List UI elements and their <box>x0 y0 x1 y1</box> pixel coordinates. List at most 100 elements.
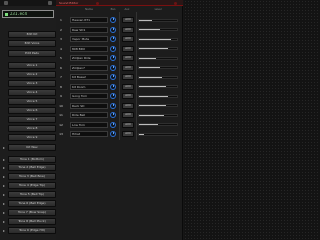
level-slider[interactable] <box>138 123 178 126</box>
track-name-field[interactable]: Low Tom <box>70 121 108 128</box>
level-fill <box>139 95 168 97</box>
track-name-field[interactable]: Kit Room <box>70 83 108 90</box>
voice-6-button[interactable]: Voice 6 <box>8 107 56 114</box>
track-row[interactable]: 2 Raw SD1 AUX <box>58 26 181 34</box>
level-slider[interactable] <box>138 56 178 60</box>
pan-knob[interactable] <box>110 17 116 23</box>
track-row[interactable]: 4 808 BDX AUX <box>58 45 181 53</box>
sound-editor-panel: Sound Editor Name Pan Aux Level 1 Heaven … <box>56 0 183 240</box>
track-row[interactable]: 7 Kit Bass2 AUX <box>58 73 181 81</box>
track-row[interactable]: 3 Vapor Mute AUX <box>58 35 181 43</box>
track-row[interactable]: 9 Gong Tom AUX <box>58 92 181 100</box>
aux-button[interactable]: AUX <box>122 74 134 80</box>
level-slider[interactable] <box>138 104 178 107</box>
pan-knob[interactable] <box>110 45 116 52</box>
track-row[interactable]: 11 Ride Bell AUX <box>58 111 181 119</box>
pan-knob[interactable] <box>110 102 116 109</box>
level-slider[interactable] <box>138 113 178 117</box>
voice-7-button[interactable]: Voice 7 <box>8 116 56 123</box>
pan-knob[interactable] <box>110 112 116 118</box>
level-slider[interactable] <box>138 28 178 31</box>
settings-icon[interactable] <box>48 1 52 5</box>
track-name-field[interactable]: Rack SD <box>70 102 108 109</box>
aux-button[interactable]: AUX <box>122 55 134 61</box>
tone-9-button[interactable]: Tone 9 (Edge Hit) <box>8 227 56 234</box>
level-slider[interactable] <box>138 66 178 69</box>
edit-voice-button[interactable]: Edit Voice <box>8 40 56 47</box>
track-name-field[interactable]: Zildjian Ride <box>70 55 108 61</box>
aux-button[interactable]: AUX <box>122 26 134 33</box>
tone-4-button[interactable]: Tone 4 (Edge Tip) <box>8 182 56 189</box>
track-row[interactable]: 6 Zildjian7 AUX <box>58 64 181 72</box>
tone-5-button[interactable]: Tone 5 (Bell Tip) <box>8 191 56 198</box>
menu-icon[interactable] <box>4 1 8 5</box>
track-name-field[interactable]: Gong Tom <box>70 93 108 99</box>
tone-1-button[interactable]: Tone 1 (Bottom) <box>8 156 56 163</box>
level-slider[interactable] <box>138 75 178 79</box>
pan-knob[interactable] <box>110 83 116 90</box>
level-fill <box>139 133 144 135</box>
kit-wave-button[interactable]: Kit Wav <box>8 144 56 151</box>
voice-3-button[interactable]: Voice 3 <box>8 80 56 87</box>
track-name-field[interactable]: Heaven RT1 <box>70 17 108 23</box>
pan-knob[interactable] <box>110 74 116 80</box>
aux-button[interactable]: AUX <box>122 36 134 42</box>
voice-1-button[interactable]: Voice 1 <box>8 62 56 69</box>
track-name-field[interactable]: Zildjian7 <box>70 64 108 71</box>
aux-button[interactable]: AUX <box>122 102 134 109</box>
tone-7-button[interactable]: Tone 7 (Bow Snap) <box>8 209 56 216</box>
track-name-field[interactable]: Vapor Mute <box>70 36 108 42</box>
track-row[interactable]: 12 Low Tom AUX <box>58 121 181 129</box>
voice-9-button[interactable]: Voice 9 <box>8 134 56 141</box>
aux-button[interactable]: AUX <box>122 17 134 23</box>
track-number: 12 <box>59 122 63 127</box>
aux-button[interactable]: AUX <box>122 112 134 118</box>
track-number: 7 <box>60 75 62 79</box>
edit-kit-button[interactable]: Edit Kit <box>8 31 56 38</box>
track-name-field[interactable]: 808 BDX <box>70 45 108 52</box>
pan-knob[interactable] <box>110 64 116 71</box>
track-row[interactable]: 8 Kit Room AUX <box>58 83 181 91</box>
tone-3-button[interactable]: Tone 3 (Bell Bow) <box>8 173 56 180</box>
level-slider[interactable] <box>138 18 178 22</box>
voice-2-button[interactable]: Voice 2 <box>8 71 56 78</box>
track-number: 11 <box>59 113 63 117</box>
level-slider[interactable] <box>138 37 178 41</box>
track-name-field[interactable]: Ride Bell <box>70 112 108 118</box>
pan-knob[interactable] <box>110 26 116 33</box>
level-slider[interactable] <box>138 85 178 88</box>
aux-button[interactable]: AUX <box>122 64 134 71</box>
track-name-field[interactable]: Hihat <box>70 131 108 137</box>
aux-button[interactable]: AUX <box>122 93 134 99</box>
tone-6-button[interactable]: Tone 6 (Bell Edge) <box>8 200 56 207</box>
track-name-field[interactable]: Raw SD1 <box>70 26 108 33</box>
tone-2-button[interactable]: Tone 2 (Bell Edge) <box>8 164 56 171</box>
level-slider[interactable] <box>138 94 178 98</box>
tone-8-button[interactable]: Tone 8 (Bell Pluck) <box>8 218 56 225</box>
track-name-field[interactable]: Kit Bass2 <box>70 74 108 80</box>
pan-knob[interactable] <box>110 93 116 99</box>
edit-pads-button[interactable]: Edit Pads <box>8 50 56 57</box>
aux-button[interactable]: AUX <box>122 45 134 52</box>
level-slider[interactable] <box>138 132 178 136</box>
voice-4-button[interactable]: Voice 4 <box>8 89 56 96</box>
track-row[interactable]: 10 Rack SD AUX <box>58 102 181 110</box>
track-number: 4 <box>60 46 62 51</box>
track-row[interactable]: 1 Heaven RT1 AUX <box>58 16 181 24</box>
pan-knob[interactable] <box>110 131 116 137</box>
level-fill <box>139 57 157 59</box>
aux-button[interactable]: AUX <box>122 121 134 128</box>
track-row[interactable]: 13 Hihat AUX <box>58 130 181 138</box>
voice-8-button[interactable]: Voice 8 <box>8 125 56 132</box>
aux-button[interactable]: AUX <box>122 83 134 90</box>
pan-knob[interactable] <box>110 55 116 61</box>
pan-knob[interactable] <box>110 121 116 128</box>
track-number: 6 <box>60 65 62 70</box>
pan-knob[interactable] <box>110 36 116 42</box>
aux-button[interactable]: AUX <box>122 131 134 137</box>
track-row[interactable]: 5 Zildjian Ride AUX <box>58 54 181 62</box>
tone-1-icon: ▸ <box>2 157 5 162</box>
level-slider[interactable] <box>138 47 178 50</box>
close-icon[interactable] <box>174 1 177 5</box>
voice-5-button[interactable]: Voice 5 <box>8 98 56 105</box>
